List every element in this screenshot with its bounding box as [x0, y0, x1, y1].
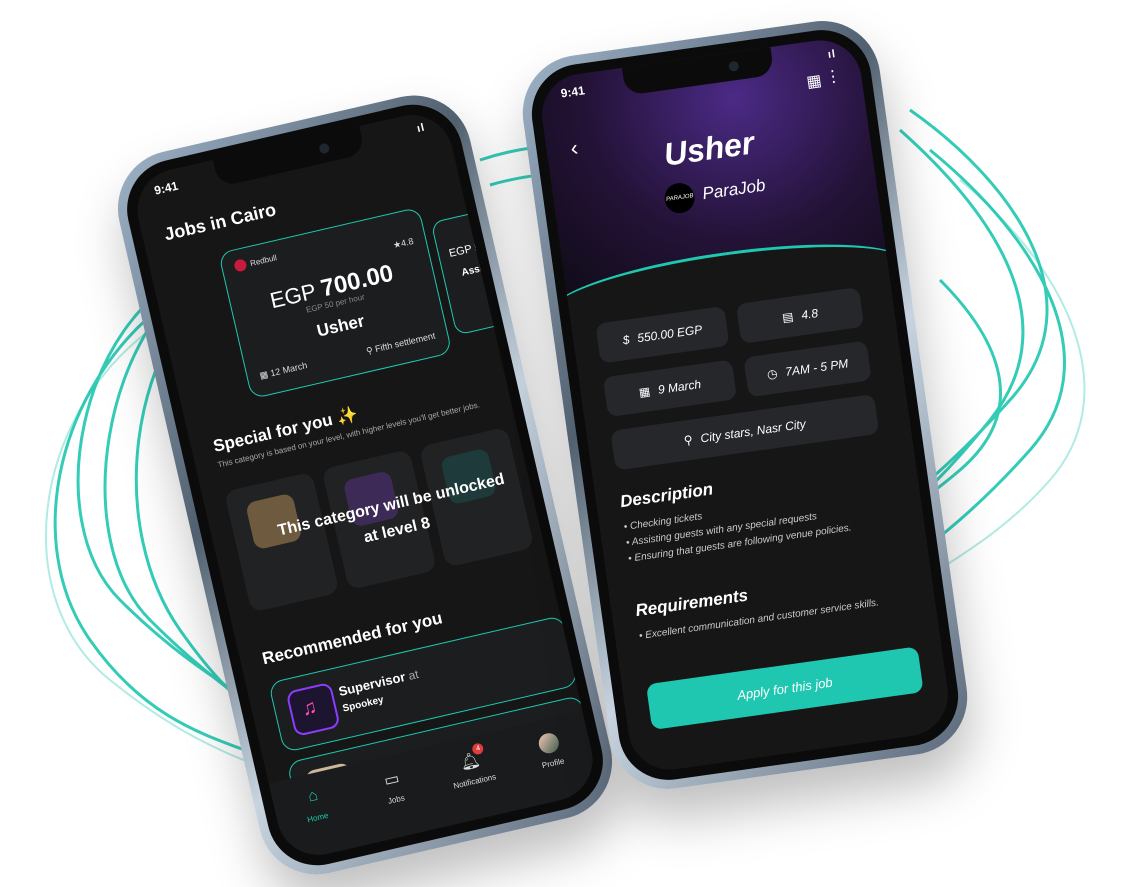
job-location: ⚲ Fifth settlement	[365, 331, 436, 358]
rec-company: Spookey	[341, 694, 385, 715]
location-value: City stars, Nasr City	[699, 416, 807, 446]
job2-role: Assi	[460, 263, 484, 279]
signal-icon: ıl	[415, 121, 427, 135]
tab-label: Jobs	[387, 793, 406, 806]
time-chip: ◷ 7AM - 5 PM	[743, 340, 872, 398]
apply-button[interactable]: Apply for this job	[645, 646, 924, 731]
job2-price: EGP 5	[447, 241, 482, 260]
avatar-icon	[536, 731, 561, 756]
rec-role: Supervisor	[337, 669, 407, 699]
bell-icon: 🔔︎ 4	[458, 742, 485, 773]
job-date-label: 12 March	[269, 360, 309, 379]
music-icon: ♫	[285, 681, 341, 737]
date-chip: ▦ 9 March	[602, 359, 738, 418]
tab-jobs[interactable]: ▭ Jobs	[355, 762, 431, 812]
rec-at: at	[407, 667, 420, 683]
time-value: 7AM - 5 PM	[784, 356, 850, 379]
money-icon: $	[621, 332, 631, 348]
qr-code-icon[interactable]: ▦	[805, 70, 823, 92]
job-date: ▦ 12 March	[259, 360, 309, 382]
rec-role-line: Supervisor at	[337, 666, 420, 699]
notification-badge: 4	[471, 742, 485, 756]
redbull-logo-icon	[233, 258, 248, 273]
calendar-icon: ▦	[637, 384, 652, 400]
clock-icon: ◷	[766, 366, 779, 382]
page-title: Jobs in Cairo	[162, 199, 278, 245]
home-icon: ⌂	[306, 786, 320, 806]
tab-label: Profile	[541, 756, 566, 771]
tab-label: Notifications	[452, 772, 497, 791]
rating-value: 4.8	[800, 306, 819, 323]
parajob-logo: PARAJOB	[662, 181, 697, 215]
job-location-label: Fifth settlement	[374, 330, 437, 355]
tab-profile[interactable]: Profile	[512, 726, 588, 776]
rating: ★4.8	[392, 236, 415, 251]
signal-icon: ıl	[827, 47, 837, 61]
company-name: ParaJob	[701, 175, 767, 204]
description-title: Description	[618, 479, 715, 512]
status-time: 9:41	[152, 178, 180, 198]
money-icon: ▭	[382, 770, 402, 791]
brand: Redbull	[233, 251, 278, 273]
brand-name: Redbull	[249, 252, 278, 268]
tab-home[interactable]: ⌂ Home	[277, 780, 353, 830]
featured-job-card[interactable]: Redbull ★4.8 EGP 700.00 EGP 50 per hour …	[218, 206, 453, 400]
location-icon: ⚲	[683, 432, 694, 448]
building-star-icon: ▤	[781, 309, 795, 325]
tab-notifications[interactable]: 🔔︎ 4 Notifications	[434, 742, 510, 794]
more-icon[interactable]: ⋮	[824, 66, 843, 88]
pay-value: 550.00 EGP	[636, 322, 704, 346]
tab-label: Home	[306, 810, 330, 825]
date-value: 9 March	[657, 376, 702, 397]
